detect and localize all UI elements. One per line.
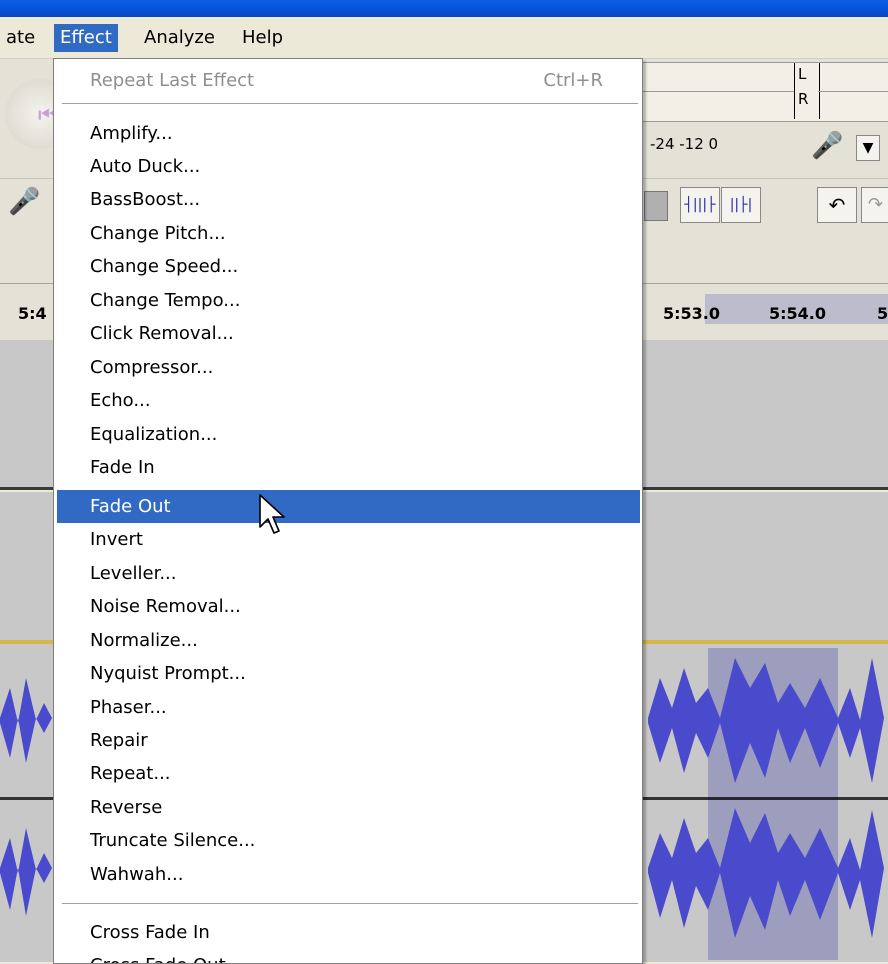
timeline-left: 5:4 bbox=[0, 283, 53, 341]
menu-item-label: Echo... bbox=[90, 390, 151, 411]
paste-icon[interactable] bbox=[644, 191, 668, 221]
meter-right-label: R bbox=[798, 90, 809, 108]
menu-item-wahwah[interactable]: Wahwah... bbox=[54, 858, 640, 891]
meter-left-label: L bbox=[798, 65, 807, 83]
menu-item-change-pitch[interactable]: Change Pitch... bbox=[54, 217, 640, 250]
undo-icon[interactable]: ↶ bbox=[817, 187, 857, 223]
window-title-bar bbox=[0, 0, 888, 17]
menu-divider bbox=[62, 903, 638, 905]
meter-toolbar: L R -24 -12 0 🎤 ▼ bbox=[641, 59, 888, 179]
menu-item-cross-fade-in[interactable]: Cross Fade In bbox=[54, 916, 640, 949]
menu-item-bassboost[interactable]: BassBoost... bbox=[54, 183, 640, 216]
menu-bar: ate Effect Analyze Help bbox=[0, 17, 888, 59]
menu-item-repeat[interactable]: Repeat... bbox=[54, 757, 640, 790]
level-meter: L R bbox=[641, 62, 888, 122]
menu-item-label: Fade Out bbox=[90, 496, 171, 517]
menu-item-label: Truncate Silence... bbox=[90, 830, 256, 851]
menu-item-label: Repair bbox=[90, 730, 148, 751]
menu-item-label: Change Pitch... bbox=[90, 223, 226, 244]
menu-help[interactable]: Help bbox=[236, 24, 289, 52]
menu-item-label: Click Removal... bbox=[90, 323, 234, 344]
effect-menu: Repeat Last Effect Ctrl+R Amplify... Aut… bbox=[53, 58, 643, 964]
menu-item-shortcut: Ctrl+R bbox=[543, 70, 603, 91]
menu-item-invert[interactable]: Invert bbox=[54, 523, 640, 556]
trim-icon[interactable]: ┤|||├ bbox=[680, 187, 720, 223]
chevron-down-icon[interactable]: ▼ bbox=[856, 135, 880, 161]
menu-item-label: Phaser... bbox=[90, 697, 167, 718]
menu-item-label: Change Speed... bbox=[90, 256, 239, 277]
menu-item-click-removal[interactable]: Click Removal... bbox=[54, 317, 640, 350]
mic-toolbar-left: 🎤 bbox=[0, 178, 53, 234]
timeline-tick-left: 5:4 bbox=[18, 304, 47, 323]
menu-item-label: Wahwah... bbox=[90, 864, 184, 885]
menu-item-normalize[interactable]: Normalize... bbox=[54, 624, 640, 657]
menu-item-label: Equalization... bbox=[90, 424, 218, 445]
menu-item-label: Cross Fade In bbox=[90, 922, 210, 943]
menu-item-label: Auto Duck... bbox=[90, 156, 201, 177]
menu-item-fade-in[interactable]: Fade In bbox=[54, 451, 640, 484]
menu-item-leveller[interactable]: Leveller... bbox=[54, 557, 640, 590]
menu-item-label: Fade In bbox=[90, 457, 155, 478]
toolbar-spacer-right bbox=[641, 233, 888, 283]
redo-icon[interactable]: ↷ bbox=[861, 187, 888, 223]
menu-item-change-speed[interactable]: Change Speed... bbox=[54, 250, 640, 283]
menu-item-reverse[interactable]: Reverse bbox=[54, 791, 640, 824]
menu-item-compressor[interactable]: Compressor... bbox=[54, 351, 640, 384]
menu-item-label: Leveller... bbox=[90, 563, 177, 584]
timeline-ruler: 5:53.0 5:54.0 5 bbox=[641, 283, 888, 341]
menu-item-label: Normalize... bbox=[90, 630, 198, 651]
menu-item-repeat-last-effect[interactable]: Repeat Last Effect Ctrl+R bbox=[54, 64, 640, 97]
transport-toolbar-left: ⏮ bbox=[0, 59, 75, 179]
menu-item-echo[interactable]: Echo... bbox=[54, 384, 640, 417]
menu-item-label: Amplify... bbox=[90, 123, 173, 144]
menu-item-label: Noise Removal... bbox=[90, 596, 241, 617]
menu-item-phaser[interactable]: Phaser... bbox=[54, 691, 640, 724]
microphone-icon: 🎤 bbox=[8, 187, 41, 217]
silence-icon[interactable]: ||├| bbox=[721, 187, 761, 223]
menu-item-fade-out[interactable]: Fade Out bbox=[57, 490, 640, 523]
timeline-tick-2: 5:54.0 bbox=[769, 304, 827, 323]
menu-item-label: Reverse bbox=[90, 797, 163, 818]
timeline-tick-3: 5 bbox=[877, 304, 888, 323]
meter-divider bbox=[642, 91, 794, 92]
menu-item-label: Change Tempo... bbox=[90, 290, 241, 311]
mouse-cursor-icon bbox=[259, 494, 285, 534]
menu-divider bbox=[62, 103, 638, 105]
menu-item-label: BassBoost... bbox=[90, 189, 201, 210]
menu-item-label: Repeat Last Effect bbox=[90, 70, 255, 91]
toolbar-spacer-left bbox=[0, 233, 53, 283]
menu-item-label: Nyquist Prompt... bbox=[90, 663, 246, 684]
menu-item-auto-duck[interactable]: Auto Duck... bbox=[54, 150, 640, 183]
input-mic-icon[interactable]: 🎤 bbox=[811, 131, 843, 161]
menu-item-equalization[interactable]: Equalization... bbox=[54, 418, 640, 451]
menu-item-repair[interactable]: Repair bbox=[54, 724, 640, 757]
menu-analyze[interactable]: Analyze bbox=[138, 24, 221, 52]
meter-divider-right bbox=[818, 91, 888, 92]
menu-item-label: Repeat... bbox=[90, 763, 171, 784]
menu-item-nyquist-prompt[interactable]: Nyquist Prompt... bbox=[54, 657, 640, 690]
menu-item-truncate-silence[interactable]: Truncate Silence... bbox=[54, 824, 640, 857]
timeline-tick-1: 5:53.0 bbox=[663, 304, 721, 323]
menu-effect[interactable]: Effect bbox=[54, 24, 118, 52]
menu-item-noise-removal[interactable]: Noise Removal... bbox=[54, 590, 640, 623]
meter-scale: -24 -12 0 bbox=[650, 135, 719, 153]
menu-item-label: Compressor... bbox=[90, 357, 214, 378]
menu-item-change-tempo[interactable]: Change Tempo... bbox=[54, 284, 640, 317]
edit-toolbar: ┤|||├ ||├| ↶ ↷ bbox=[641, 178, 888, 234]
menu-create[interactable]: ate bbox=[0, 24, 41, 52]
menu-item-amplify[interactable]: Amplify... bbox=[54, 117, 640, 150]
menu-item-label: Invert bbox=[90, 529, 143, 550]
